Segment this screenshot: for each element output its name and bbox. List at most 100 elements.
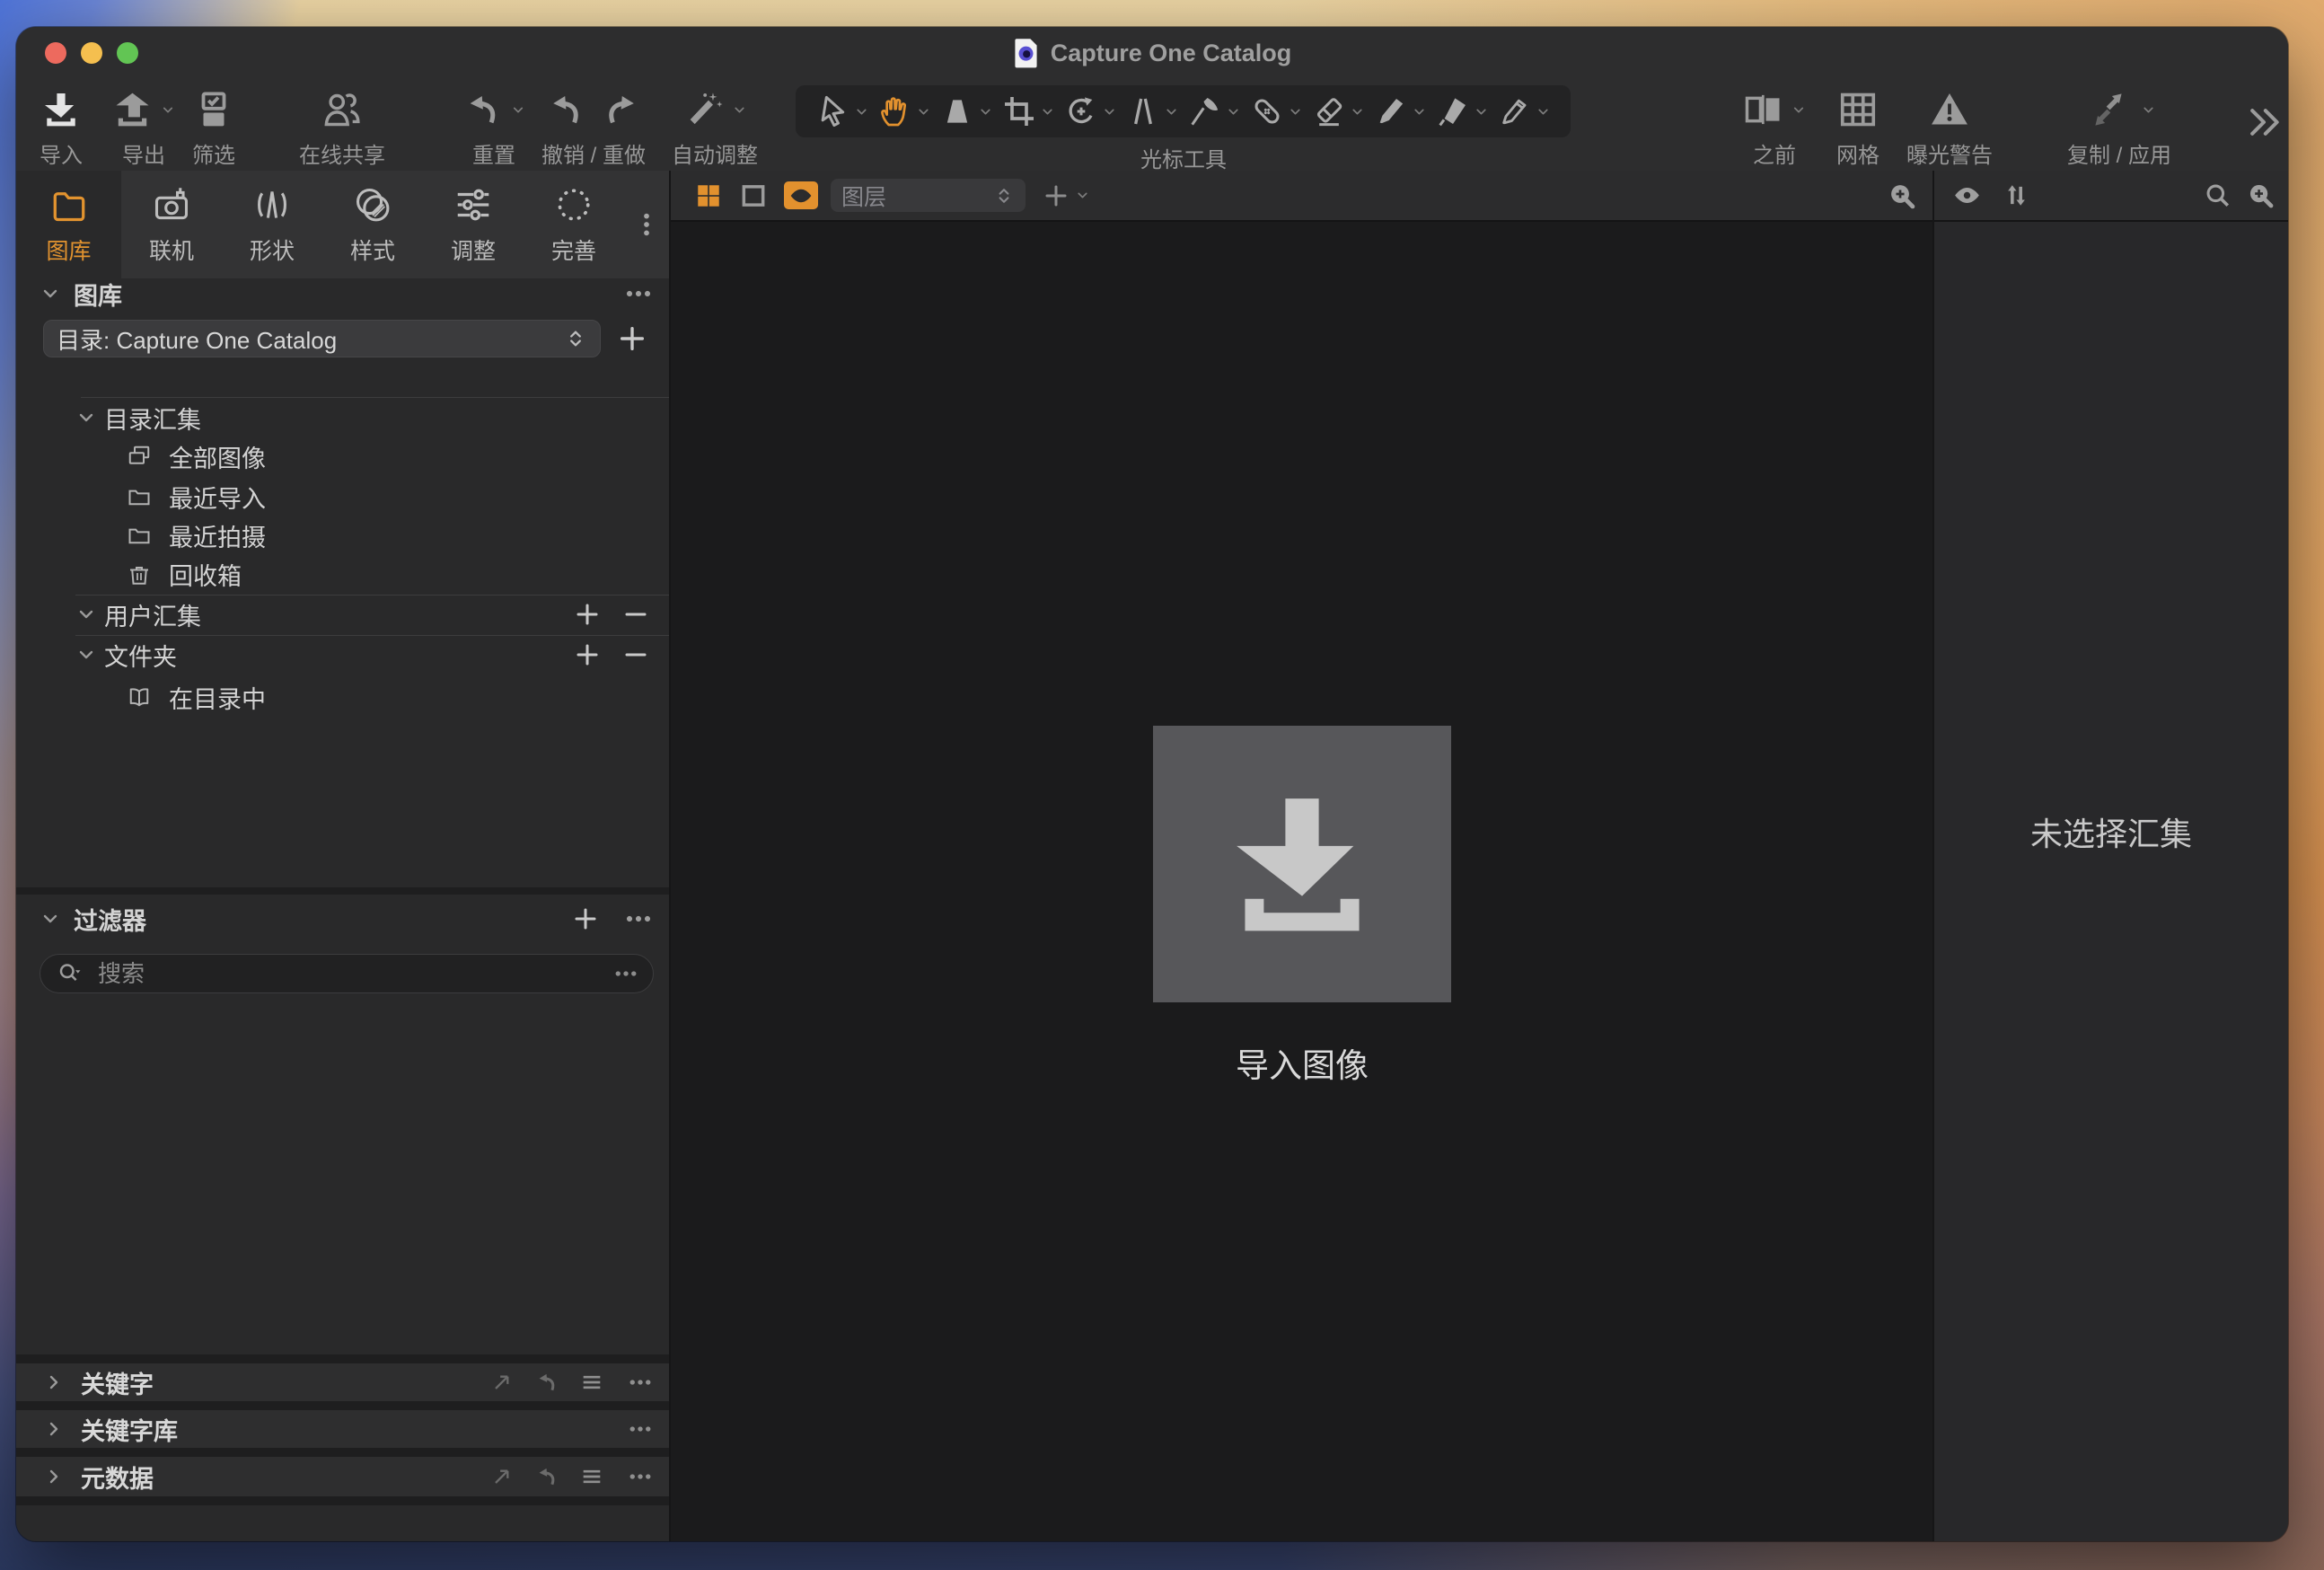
chevron-down-icon	[1164, 104, 1179, 119]
reset-panel-icon[interactable]	[534, 1464, 559, 1489]
metadata-panel-header[interactable]: 元数据	[16, 1457, 669, 1496]
toolbar-overflow-icon[interactable]	[2244, 102, 2284, 142]
add-user-collection-icon[interactable]	[574, 601, 601, 628]
eye-icon	[788, 183, 814, 208]
styles-icon	[352, 184, 393, 225]
export-button[interactable]: 导出	[112, 84, 176, 169]
collection-recent-captures[interactable]: 最近拍摄	[16, 516, 669, 555]
folders-header[interactable]: 文件夹	[16, 637, 669, 673]
keywords-panel-header[interactable]: 关键字	[16, 1363, 669, 1401]
filters-panel-header[interactable]: 过滤器	[16, 901, 669, 937]
search-options-icon[interactable]	[613, 961, 638, 986]
auto-adjust-button[interactable]: 自动调整	[672, 84, 758, 169]
presets-icon[interactable]	[579, 1370, 604, 1395]
copy-adjustments-icon[interactable]	[489, 1464, 515, 1489]
cursor-arrow-icon	[815, 93, 851, 129]
library-panel-header[interactable]: 图库	[16, 277, 669, 311]
add-folder-icon[interactable]	[574, 641, 601, 668]
zoom-loupe-icon[interactable]	[2246, 181, 2276, 210]
pan-tool[interactable]	[877, 93, 931, 129]
before-after-button[interactable]: 之前	[1743, 84, 1807, 169]
tabs-more-icon[interactable]	[633, 204, 660, 245]
reset-button[interactable]: 重置	[462, 84, 526, 169]
library-menu-icon[interactable]	[624, 279, 653, 308]
select-tool[interactable]	[815, 93, 869, 129]
single-view-icon[interactable]	[739, 181, 768, 210]
import-dropzone[interactable]	[1153, 726, 1451, 1002]
panel-menu-icon[interactable]	[628, 1464, 653, 1489]
minimize-button[interactable]	[81, 42, 102, 64]
rotate-tool[interactable]	[1063, 93, 1117, 129]
filter-button[interactable]: 筛选	[192, 84, 235, 169]
crop-tool[interactable]	[1001, 93, 1055, 129]
filters-menu-icon[interactable]	[624, 904, 653, 933]
add-catalog-icon[interactable]	[617, 323, 647, 354]
tab-adjust[interactable]: 调整	[423, 171, 524, 278]
sort-icon[interactable]	[2002, 181, 2031, 210]
folder-in-catalog[interactable]: 在目录中	[16, 677, 669, 717]
user-collections-header[interactable]: 用户汇集	[16, 596, 669, 632]
copy-apply-button[interactable]: 复制 / 应用	[2067, 84, 2171, 169]
remove-folder-icon[interactable]	[622, 641, 649, 668]
stepper-icon	[993, 183, 1015, 208]
catalog-select[interactable]: 目录: Capture One Catalog	[43, 320, 601, 357]
add-layer-icon[interactable]	[1043, 182, 1070, 209]
presets-icon[interactable]	[579, 1464, 604, 1489]
proof-view-button[interactable]	[784, 181, 818, 209]
search-icon[interactable]	[2203, 181, 2232, 210]
keystone-icon	[939, 93, 975, 129]
zoom-loupe-icon[interactable]	[1887, 181, 1917, 211]
catalog-collections-header[interactable]: 目录汇集	[16, 399, 669, 437]
fill-mask-tool[interactable]	[1435, 93, 1489, 129]
collection-all-images[interactable]: 全部图像	[16, 437, 669, 476]
chevron-down-icon	[2140, 102, 2155, 118]
eye-icon[interactable]	[1952, 181, 1982, 210]
import-button[interactable]: 导入	[40, 84, 83, 169]
grid-view-icon[interactable]	[694, 181, 723, 210]
search-input[interactable]	[96, 958, 603, 989]
remove-user-collection-icon[interactable]	[622, 601, 649, 628]
catalog-selector-row: 目录: Capture One Catalog	[16, 320, 669, 357]
panel-menu-icon[interactable]	[628, 1416, 653, 1442]
erase-tool[interactable]	[1311, 93, 1365, 129]
undo-redo-buttons[interactable]: 撤销 / 重做	[541, 84, 646, 169]
online-share-button[interactable]: 在线共享	[299, 84, 385, 169]
bandage-icon	[1249, 93, 1285, 129]
redo-icon[interactable]	[601, 89, 642, 130]
divider	[81, 397, 669, 398]
copy-adjustments-icon[interactable]	[489, 1370, 515, 1395]
rotate-icon	[1063, 93, 1099, 129]
straighten-tool[interactable]	[1125, 93, 1179, 129]
collection-recent-imports[interactable]: 最近导入	[16, 477, 669, 516]
undo-icon[interactable]	[545, 89, 586, 130]
search-field[interactable]	[40, 954, 654, 993]
magic-wand-icon	[683, 89, 725, 130]
add-filter-icon[interactable]	[572, 905, 599, 932]
draw-mask-tool[interactable]	[1373, 93, 1427, 129]
panel-separator	[16, 1496, 669, 1505]
filter-icon	[193, 89, 234, 130]
zoom-button[interactable]	[117, 42, 138, 64]
exposure-warning-button[interactable]: 曝光警告	[1906, 84, 1993, 169]
tab-library[interactable]: 图库	[16, 171, 121, 278]
tab-refine[interactable]: 完善	[524, 171, 624, 278]
keystone-tool[interactable]	[939, 93, 993, 129]
brush-tool[interactable]	[1187, 93, 1241, 129]
tab-tether[interactable]: 联机	[121, 171, 222, 278]
panel-separator	[16, 1401, 669, 1410]
viewer-toolbar: 图层	[671, 171, 1932, 222]
tab-shapes[interactable]: 形状	[222, 171, 322, 278]
chevron-down-icon	[1102, 104, 1117, 119]
panel-menu-icon[interactable]	[628, 1370, 653, 1395]
layers-select[interactable]: 图层	[831, 179, 1026, 212]
close-button[interactable]	[45, 42, 66, 64]
reset-panel-icon[interactable]	[534, 1370, 559, 1395]
keyword-library-panel-header[interactable]: 关键字库	[16, 1410, 669, 1448]
grid-button[interactable]: 网格	[1836, 84, 1879, 169]
tab-styles[interactable]: 样式	[322, 171, 423, 278]
pencil-tool[interactable]	[1497, 93, 1551, 129]
folder-icon	[48, 184, 90, 225]
collection-trash[interactable]: 回收箱	[16, 554, 669, 594]
hand-icon	[877, 93, 913, 129]
heal-tool[interactable]	[1249, 93, 1303, 129]
